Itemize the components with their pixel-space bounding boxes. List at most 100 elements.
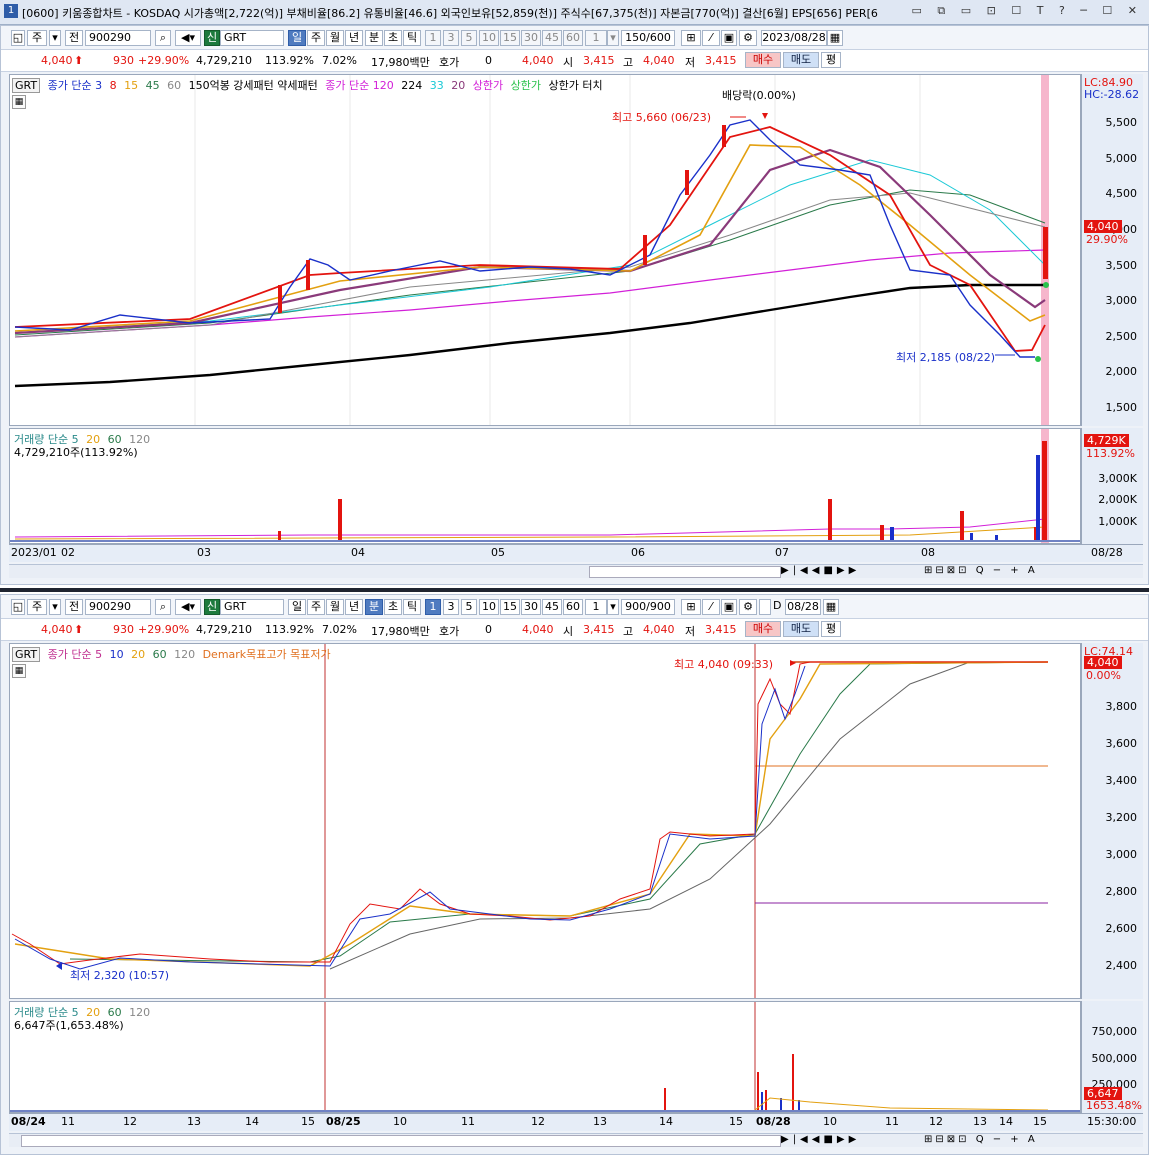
buy-button[interactable]: 매수 [745,621,781,637]
legend-code-tag[interactable]: GRT [12,647,41,662]
d-checkbox[interactable] [759,599,771,615]
stock-code-input[interactable]: 900290 [85,30,151,46]
grid-toggle-icon[interactable]: ▦ [12,664,26,678]
grid-toggle-icon[interactable]: ▦ [12,95,26,109]
chart-tools-icon[interactable]: ⊞ [681,599,701,615]
stock-code-input[interactable]: 900290 [85,599,151,615]
tab-tick[interactable]: 틱 [403,30,421,46]
gear-icon[interactable]: ⚙ [739,30,757,46]
playback-controls[interactable]: ▶|◀◀■▶▶ [781,1134,860,1145]
draw-tools-icon[interactable]: ⁄ [702,30,720,46]
minute-price-chart[interactable]: GRT 종가 단순 5 10 20 60 120 Demark목표고가 목표저가… [9,643,1081,999]
save-icon[interactable]: ▣ [721,30,737,46]
minute-5[interactable]: 5 [461,599,477,615]
calendar-icon[interactable]: ▦ [827,30,843,46]
zoom-controls[interactable]: ⊞⊟⊠⊡ Q − + A [924,1134,1038,1145]
playback-controls[interactable]: ▶|◀◀■▶▶ [781,565,860,576]
stock-name-field[interactable]: GRT [220,599,284,615]
daily-legend: GRT 종가 단순 3 8 15 45 60 150억봉 강세패턴 약세패턴 종… [12,77,607,93]
count-select[interactable]: 1 [585,30,607,46]
tab-year[interactable]: 년 [345,30,363,46]
period-select[interactable]: 주 [27,30,47,46]
tab-minute[interactable]: 분 [365,599,383,615]
ytick: 3,000 [1105,294,1138,307]
minute-60[interactable]: 60 [563,30,583,46]
minute-chart-panel: ◱ 주 ▾ 전 900290 ⌕ ◀▾ 신 GRT 일 주 월 년 분 초 틱 … [0,594,1149,1155]
tab-year[interactable]: 년 [345,599,363,615]
minute-volume-chart[interactable]: 거래량 단순 5 20 60 120 6,647주(1,653.48%) [9,1001,1081,1113]
draw-tools-icon[interactable]: ⁄ [702,599,720,615]
tab-second[interactable]: 초 [384,599,402,615]
minute-30[interactable]: 30 [521,599,541,615]
minute-45[interactable]: 45 [542,30,562,46]
ytick: 2,500 [1105,330,1138,343]
tab-day[interactable]: 일 [288,30,306,46]
date-input[interactable]: 2023/08/28 [761,30,827,46]
speaker-icon[interactable]: ◀▾ [175,599,201,615]
gear-icon[interactable]: ⚙ [739,599,757,615]
chevron-down-icon[interactable]: ▾ [607,599,619,615]
daily-volume-chart[interactable]: 거래량 단순 5 20 60 120 4,729,210주(113.92%) [9,428,1081,544]
layout-icon[interactable]: ◱ [11,599,25,615]
daily-scrollbar[interactable]: ▶|◀◀■▶▶ ⊞⊟⊠⊡ Q − + A [9,564,1143,578]
save-icon[interactable]: ▣ [721,599,737,615]
tab-week[interactable]: 주 [307,30,325,46]
zoom-controls[interactable]: ⊞⊟⊠⊡ Q − + A [924,565,1038,576]
tab-day[interactable]: 일 [288,599,306,615]
minute-3[interactable]: 3 [443,30,459,46]
eval-button[interactable]: 평 [821,52,841,68]
sell-button[interactable]: 매도 [783,52,819,68]
tab-minute[interactable]: 분 [365,30,383,46]
xtick: 12 [531,1115,545,1128]
tab-month[interactable]: 월 [326,30,344,46]
layout-icon[interactable]: ◱ [11,30,25,46]
scroll-thumb[interactable] [21,1135,781,1147]
chevron-down-icon[interactable]: ▾ [607,30,619,46]
legend-code-tag[interactable]: GRT [12,78,41,93]
minute-1[interactable]: 1 [425,30,441,46]
chevron-down-icon[interactable]: ▾ [49,599,61,615]
chevron-down-icon[interactable]: ▾ [49,30,61,46]
eval-button[interactable]: 평 [821,621,841,637]
minute-10[interactable]: 10 [479,30,499,46]
daily-price-chart[interactable]: GRT 종가 단순 3 8 15 45 60 150억봉 강세패턴 약세패턴 종… [9,74,1081,426]
minute-45[interactable]: 45 [542,599,562,615]
scroll-thumb[interactable] [589,566,781,578]
minute-60[interactable]: 60 [563,599,583,615]
tab-week[interactable]: 주 [307,599,325,615]
period-select[interactable]: 주 [27,599,47,615]
range-button[interactable]: 전 [65,599,83,615]
search-icon[interactable]: ⌕ [155,30,171,46]
count-select[interactable]: 1 [585,599,607,615]
range-button[interactable]: 전 [65,30,83,46]
legend-ma2: 종가 단순 120 [325,79,394,92]
minute-30[interactable]: 30 [521,30,541,46]
bar-count-input[interactable]: 900/900 [621,599,675,615]
stock-name-field[interactable]: GRT [220,30,284,46]
calendar-icon[interactable]: ▦ [823,599,839,615]
annot-dividend: 배당락(0.00%) [722,89,796,102]
minute-10[interactable]: 10 [479,599,499,615]
minute-15[interactable]: 15 [500,599,520,615]
tab-month[interactable]: 월 [326,599,344,615]
window-controls[interactable]: ▭ ⧉ ▭ ⊡ ☐ T ? ─ ☐ ✕ [912,4,1143,18]
search-icon[interactable]: ⌕ [155,599,171,615]
quote-label: 호가 [439,56,460,69]
daily-price-axis: LC:84.90 HC:-28.62 5,500 5,000 4,500 4,0… [1081,74,1143,426]
minute-3[interactable]: 3 [443,599,459,615]
speaker-icon[interactable]: ◀▾ [175,30,201,46]
tab-tick[interactable]: 틱 [403,599,421,615]
buy-button[interactable]: 매수 [745,52,781,68]
minute-5[interactable]: 5 [461,30,477,46]
legend-ma-20: 20 [451,79,466,92]
chart-tools-icon[interactable]: ⊞ [681,30,701,46]
minute-15[interactable]: 15 [500,30,520,46]
date-input[interactable]: 08/28 [785,599,821,615]
minute-scrollbar[interactable]: ▶|◀◀■▶▶ ⊞⊟⊠⊡ Q − + A [9,1133,1143,1147]
minute-1[interactable]: 1 [425,599,441,615]
xtick: 10 [393,1115,407,1128]
bar-count-input[interactable]: 150/600 [621,30,675,46]
tab-second[interactable]: 초 [384,30,402,46]
sell-button[interactable]: 매도 [783,621,819,637]
current-price-box: 4,040 [1084,656,1122,669]
